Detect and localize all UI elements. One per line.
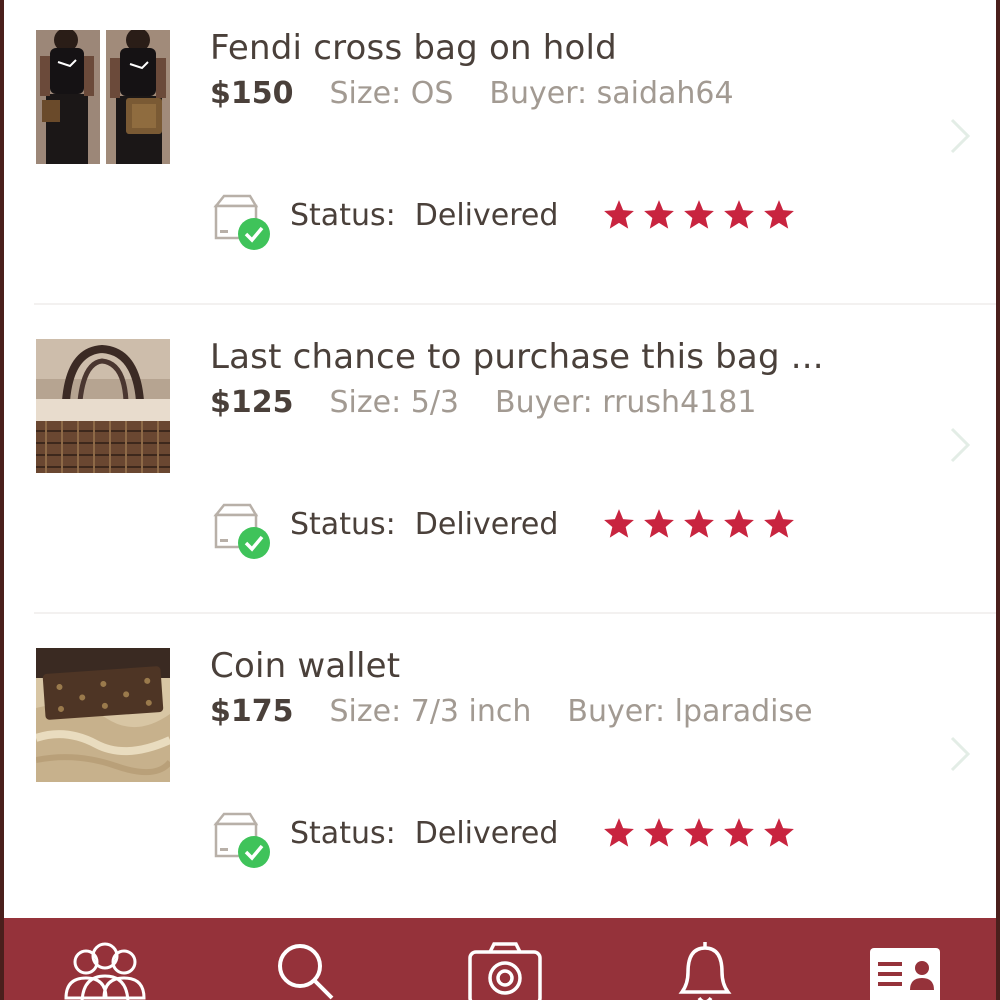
rating-stars (602, 816, 802, 852)
item-thumbnail[interactable] (36, 30, 170, 164)
item-price: $150 (210, 76, 294, 111)
item-price: $175 (210, 694, 294, 729)
people-icon[interactable] (60, 940, 150, 1000)
order-status: Status: Delivered (210, 810, 830, 870)
status-value: Delivered (414, 198, 559, 233)
chevron-right-icon[interactable] (944, 734, 974, 774)
star-icon (604, 509, 634, 538)
item-meta: $125 Size: 5/3 Buyer: rrush4181 (210, 385, 756, 420)
item-thumbnail[interactable] (36, 339, 170, 473)
delivered-box-icon (213, 194, 270, 250)
chevron-right-icon[interactable] (944, 116, 974, 156)
sale-list-item[interactable]: Fendi cross bag on hold $150 Size: OS Buye… (4, 0, 996, 300)
star-icon (724, 509, 754, 538)
status-text: Status: Delivered (290, 507, 558, 542)
item-buyer: Buyer: rrush4181 (495, 385, 757, 420)
item-buyer: Buyer: saidah64 (489, 76, 734, 111)
list-divider (34, 303, 996, 305)
star-icon (724, 818, 754, 847)
sold-items-screen: Fendi cross bag on hold $150 Size: OS Buye… (4, 0, 996, 1000)
status-label: Status: (290, 198, 396, 233)
bottom-tab-bar (4, 918, 996, 1000)
star-icon (644, 818, 674, 847)
chevron-right-icon[interactable] (944, 425, 974, 465)
status-value: Delivered (414, 507, 559, 542)
star-icon (644, 200, 674, 229)
star-icon (684, 509, 714, 538)
item-title: Coin wallet (210, 646, 401, 686)
sale-list-item[interactable]: Coin wallet $175 Size: 7/3 inch Buyer: lpa… (4, 618, 996, 918)
star-icon (764, 818, 794, 847)
order-status: Status: Delivered (210, 192, 830, 252)
item-buyer: Buyer: lparadise (567, 694, 813, 729)
star-icon (604, 818, 634, 847)
rating-stars (602, 507, 802, 543)
item-size: Size: 7/3 inch (329, 694, 532, 729)
camera-icon[interactable] (460, 940, 550, 1000)
order-status: Status: Delivered (210, 501, 830, 561)
list-divider (34, 612, 996, 614)
item-meta: $150 Size: OS Buyer: saidah64 (210, 76, 734, 111)
search-icon[interactable] (260, 940, 350, 1000)
item-size: Size: OS (329, 76, 454, 111)
star-icon (644, 509, 674, 538)
star-icon (604, 200, 634, 229)
star-icon (724, 200, 754, 229)
item-thumbnail[interactable] (36, 648, 170, 782)
bell-icon[interactable] (660, 940, 750, 1000)
item-size: Size: 5/3 (329, 385, 460, 420)
profile-card-icon[interactable] (860, 940, 950, 1000)
star-icon (684, 200, 714, 229)
item-title: Fendi cross bag on hold (210, 28, 617, 68)
delivered-box-icon (213, 503, 270, 559)
sale-list-item[interactable]: Last chance to purchase this bag ... $12… (4, 309, 996, 609)
item-title: Last chance to purchase this bag ... (210, 337, 824, 377)
status-value: Delivered (414, 816, 559, 851)
status-text: Status: Delivered (290, 198, 558, 233)
delivered-box-icon (213, 812, 270, 868)
item-meta: $175 Size: 7/3 inch Buyer: lparadise (210, 694, 813, 729)
status-label: Status: (290, 816, 396, 851)
rating-stars (602, 198, 802, 234)
status-text: Status: Delivered (290, 816, 558, 851)
star-icon (684, 818, 714, 847)
item-price: $125 (210, 385, 294, 420)
status-label: Status: (290, 507, 396, 542)
star-icon (764, 200, 794, 229)
star-icon (764, 509, 794, 538)
